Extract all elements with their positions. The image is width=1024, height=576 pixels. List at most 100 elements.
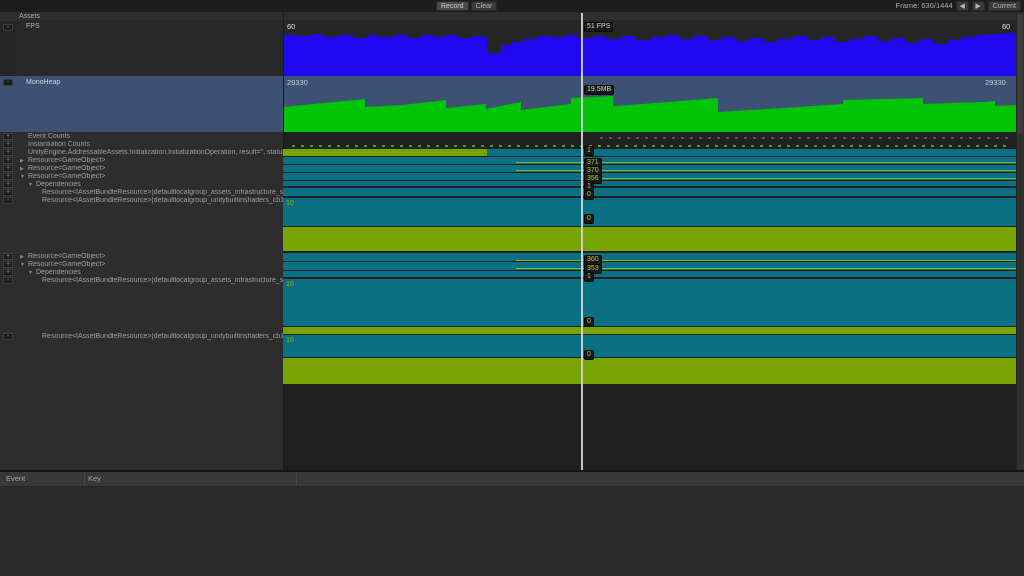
tree-row-label: Event Counts xyxy=(28,133,71,140)
clear-button[interactable]: Clear xyxy=(470,1,498,11)
foldout-icon[interactable]: ▼ xyxy=(20,261,25,269)
collapse-icon[interactable]: - xyxy=(3,197,13,204)
value-badge: 0 xyxy=(584,214,594,224)
value-badge: 1 xyxy=(584,146,594,156)
timeline-band xyxy=(283,358,1016,384)
monoheap-playhead-badge: 19.5MB xyxy=(584,85,615,95)
tree-row-label: Resource<GameObject> xyxy=(28,261,106,268)
band-ref-count: 10 xyxy=(286,200,294,207)
expand-icon[interactable]: + xyxy=(3,141,13,148)
monoheap-left-value: 29330 xyxy=(287,78,308,87)
expand-icon[interactable]: + xyxy=(3,149,13,156)
fps-playhead-badge: 51 FPS xyxy=(584,22,614,32)
monoheap-graph-toggle[interactable]: - xyxy=(3,79,13,86)
next-frame-icon[interactable]: ▶ xyxy=(971,1,985,11)
tree-row-label: Resource<IAssetBundleResource>(defaultlo… xyxy=(42,189,283,196)
tree-row-label: Resource<GameObject> xyxy=(28,157,106,164)
tree-row-resource-gameobject[interactable]: + ▶ Resource<GameObject> xyxy=(0,253,283,261)
expand-icon[interactable]: + xyxy=(3,261,13,268)
column-event: Event xyxy=(6,474,26,483)
expand-icon[interactable]: + xyxy=(3,173,13,180)
expand-icon[interactable]: + xyxy=(3,157,13,164)
collapse-icon[interactable]: - xyxy=(3,277,13,284)
tree-row-label: Instantiation Counts xyxy=(28,141,90,148)
column-resize-handle[interactable] xyxy=(84,472,85,486)
playhead-line[interactable] xyxy=(581,13,583,470)
fps-graph xyxy=(283,33,1016,76)
timeline-band xyxy=(283,227,1016,251)
band-ref-count: 10 xyxy=(286,337,294,344)
timeline-band xyxy=(283,271,1016,277)
expand-icon[interactable]: + xyxy=(3,253,13,260)
foldout-icon[interactable]: ▼ xyxy=(28,181,33,189)
tree-row-label: Resource<GameObject> xyxy=(28,173,106,180)
count-line xyxy=(600,178,1016,179)
foldout-icon[interactable]: ▼ xyxy=(20,173,25,181)
tree-row-resource-gameobject[interactable]: + ▼ Resource<GameObject> xyxy=(0,173,283,181)
tree-row-label: Resource<IAssetBundleResource>(defaultlo… xyxy=(42,277,283,284)
tree-row-initialization-operation[interactable]: + UnityEngine.AddressableAssets.Initiali… xyxy=(0,149,283,157)
tree-row-resource-gameobject[interactable]: + ▶ Resource<GameObject> xyxy=(0,157,283,165)
tree-row-instantiation-counts[interactable]: + Instantiation Counts xyxy=(0,141,283,149)
tree-row-assetbundle-infrastructure[interactable]: + Resource<IAssetBundleResource>(default… xyxy=(0,189,283,197)
instantiation-ticks xyxy=(600,137,1012,139)
tree-row-resource-gameobject[interactable]: + ▶ Resource<GameObject> xyxy=(0,165,283,173)
frame-controls: Frame: 636/1444 ◀ ▶ Current xyxy=(896,1,1021,11)
current-frame-button[interactable]: Current xyxy=(987,1,1021,11)
timeline-band xyxy=(283,279,1016,326)
tree-row-label: Resource<GameObject> xyxy=(28,165,106,172)
value-badge: 1 xyxy=(584,272,594,282)
foldout-icon[interactable]: ▶ xyxy=(20,253,24,261)
assets-header-label: Assets xyxy=(19,13,41,20)
detail-table-body[interactable] xyxy=(0,487,1024,576)
monoheap-row-label: MonoHeap xyxy=(26,79,61,86)
fps-min-value: 60 xyxy=(287,22,296,31)
tree-row-assetbundle-shaders[interactable]: - Resource<IAssetBundleResource>(default… xyxy=(0,197,283,205)
foldout-icon[interactable]: ▶ xyxy=(20,157,24,165)
timeline-band xyxy=(283,181,1016,186)
foldout-icon[interactable]: ▼ xyxy=(28,269,33,277)
tree-row-dependencies[interactable]: + ▼ Dependencies xyxy=(0,269,283,277)
timeline-band xyxy=(283,188,1016,196)
fps-graph-toggle[interactable]: - xyxy=(3,24,13,31)
tree-row-resource-gameobject[interactable]: + ▼ Resource<GameObject> xyxy=(0,261,283,269)
timeline-band xyxy=(487,149,1016,156)
column-key: Key xyxy=(88,474,101,483)
monoheap-graph xyxy=(283,96,1016,132)
record-button[interactable]: Record xyxy=(436,1,469,11)
expand-icon[interactable]: + xyxy=(3,133,13,140)
frame-counter: Frame: 636/1444 xyxy=(895,1,953,10)
tree-row-label: Dependencies xyxy=(36,269,81,276)
record-controls: Record Clear xyxy=(436,1,498,11)
value-badge: 0 xyxy=(584,317,594,327)
expand-icon[interactable]: + xyxy=(3,165,13,172)
timeline-band xyxy=(283,149,487,156)
tree-row-assetbundle-shaders[interactable]: - Resource<IAssetBundleResource>(default… xyxy=(0,333,283,341)
foldout-icon[interactable]: ▶ xyxy=(20,165,24,173)
value-badge: 0 xyxy=(584,350,594,360)
fps-row[interactable] xyxy=(16,20,283,76)
fps-row-label: FPS xyxy=(26,23,40,30)
scrollbar-thumb[interactable] xyxy=(1017,14,1023,134)
event-count-ticks xyxy=(292,145,1012,147)
value-badge: 0 xyxy=(584,190,594,200)
profiler-window: Record Clear Frame: 636/1444 ◀ ▶ Current… xyxy=(0,0,1024,576)
tree-row-label: UnityEngine.AddressableAssets.Initializa… xyxy=(28,149,283,156)
expand-icon[interactable]: + xyxy=(3,189,13,196)
tree-row-label: Resource<IAssetBundleResource>(defaultlo… xyxy=(42,333,283,340)
tree-row-assetbundle-infrastructure[interactable]: - Resource<IAssetBundleResource>(default… xyxy=(0,277,283,285)
tree-row-label: Resource<GameObject> xyxy=(28,253,106,260)
column-resize-handle[interactable] xyxy=(296,472,297,486)
collapse-icon[interactable]: - xyxy=(3,333,13,340)
prev-frame-icon[interactable]: ◀ xyxy=(955,1,969,11)
fps-right-value: 60 xyxy=(1002,22,1011,31)
tree-row-dependencies[interactable]: + ▼ Dependencies xyxy=(0,181,283,189)
detail-table-header: Event Key xyxy=(0,472,1024,487)
monoheap-right-value: 29330 xyxy=(985,78,1006,87)
expand-icon[interactable]: + xyxy=(3,269,13,276)
expand-icon[interactable]: + xyxy=(3,181,13,188)
tree-row-label: Dependencies xyxy=(36,181,81,188)
tree-row-event-counts[interactable]: + Event Counts xyxy=(0,133,283,141)
band-ref-count: 10 xyxy=(286,281,294,288)
tree-row-label: Resource<IAssetBundleResource>(defaultlo… xyxy=(42,197,283,204)
